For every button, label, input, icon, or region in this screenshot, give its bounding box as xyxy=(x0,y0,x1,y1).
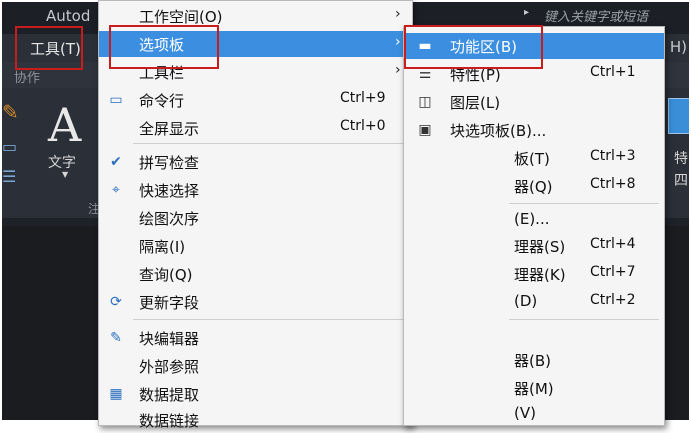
menu-item-label: 块编辑器 xyxy=(139,330,200,348)
menu-item-command-line[interactable]: ▭ 命令行 Ctrl+9 xyxy=(99,87,412,113)
menu-item-label: 全屏显示 xyxy=(139,120,200,138)
chevron-right-icon: › xyxy=(395,6,401,22)
menu-item-label: 数据链接 xyxy=(139,412,200,430)
text-tool-icon[interactable]: A xyxy=(48,98,81,152)
submenu-item-block-palette[interactable]: ▣ 块选项板(B)... xyxy=(404,117,664,143)
app-title: Autod xyxy=(46,7,91,25)
submenu-item-shortcut: Ctrl+1 xyxy=(590,64,636,80)
menu-item-label: 工作空间(O) xyxy=(139,8,223,26)
menu-item-inquiry[interactable]: 查询(Q) xyxy=(99,261,412,287)
submenu-item-markup-manager[interactable]: 理器(K) Ctrl+7 xyxy=(404,261,664,287)
quick-select-icon: ⌖ xyxy=(112,182,120,198)
menu-item-spell-check[interactable]: ✔ 拼写检查 xyxy=(99,149,412,175)
layers-icon: ◫ xyxy=(418,94,432,110)
layer-tool-icon[interactable]: ▭ xyxy=(2,137,17,156)
submenu-item-quickcalc[interactable]: 器(Q) Ctrl+8 xyxy=(404,173,664,199)
menu-item-label: 更新字段 xyxy=(139,294,200,312)
menu-item-draw-order[interactable]: 绘图次序 xyxy=(99,205,412,231)
right-tool-label-2: 四 xyxy=(674,173,688,189)
submenu-item-label: 器(Q) xyxy=(514,178,553,196)
submenu-item-label: 器(B) xyxy=(514,352,551,370)
submenu-item-dbconnect[interactable]: 器(B) xyxy=(404,347,664,373)
submenu-item-shortcut: Ctrl+8 xyxy=(590,176,636,192)
annotation-box-palettes xyxy=(109,25,219,69)
spell-check-icon: ✔ xyxy=(110,154,122,170)
submenu-item-label: (D) xyxy=(514,292,538,310)
menu-item-isolate[interactable]: 隔离(I) xyxy=(99,233,412,259)
menu-item-data-links[interactable]: 数据链接 xyxy=(99,407,412,433)
submenu-separator xyxy=(509,203,659,204)
search-arrow-icon: ▸ xyxy=(524,7,530,18)
command-line-icon: ▭ xyxy=(109,92,123,108)
menu-item-label: 数据提取 xyxy=(139,386,200,404)
chevron-right-icon: › xyxy=(395,62,401,78)
palettes-submenu: ▬ 功能区(B) ☰ 特性(P) Ctrl+1 ◫ 图层(L) ▣ 块选项板(B… xyxy=(403,26,665,426)
submenu-item-shortcut: Ctrl+3 xyxy=(590,148,636,164)
right-tool-label-1: 特 xyxy=(674,151,688,167)
submenu-item-shortcut: Ctrl+2 xyxy=(590,292,636,308)
menu-item-block-editor[interactable]: ✎ 块编辑器 xyxy=(99,325,412,351)
menu-item-label: 命令行 xyxy=(139,92,185,110)
chevron-right-icon: › xyxy=(395,34,401,50)
menu-item-xref[interactable]: 外部参照 xyxy=(99,353,412,379)
submenu-item-sheet-set-manager[interactable]: 理器(S) Ctrl+4 xyxy=(404,233,664,259)
block-palette-icon: ▣ xyxy=(418,122,432,138)
text-tool-label[interactable]: 文字 xyxy=(48,152,76,172)
submenu-item-shortcut: Ctrl+7 xyxy=(590,264,636,280)
menu-item-label: 外部参照 xyxy=(139,358,200,376)
menu-separator xyxy=(133,319,403,320)
annotation-box-ribbon xyxy=(404,25,543,69)
submenu-item-view[interactable]: (V) xyxy=(404,401,664,427)
update-field-icon: ⟳ xyxy=(110,294,122,310)
menu-item-data-extraction[interactable]: ▦ 数据提取 xyxy=(99,381,412,407)
submenu-item-label: 板(T) xyxy=(514,150,550,168)
chevron-down-icon[interactable]: ▼ xyxy=(62,170,68,179)
menu-help-partial[interactable]: H) xyxy=(670,38,687,56)
block-editor-icon: ✎ xyxy=(110,330,122,346)
annotation-box-tools xyxy=(15,26,83,70)
menu-item-label: 查询(Q) xyxy=(139,266,193,284)
menu-item-label: 拼写检查 xyxy=(139,154,200,172)
submenu-item-design-center[interactable]: (D) Ctrl+2 xyxy=(404,289,664,315)
menu-item-quick-select[interactable]: ⌖ 快速选择 xyxy=(99,177,412,203)
menu-item-label: 绘图次序 xyxy=(139,210,200,228)
submenu-item-label: 图层(L) xyxy=(450,94,501,112)
submenu-item-shortcut: Ctrl+4 xyxy=(590,236,636,252)
submenu-item-layers[interactable]: ◫ 图层(L) xyxy=(404,89,664,115)
menu-item-update-fields[interactable]: ⟳ 更新字段 xyxy=(99,289,412,315)
data-extraction-icon: ▦ xyxy=(109,386,123,402)
submenu-item-label: 块选项板(B)... xyxy=(450,122,547,140)
properties-tool-icon[interactable] xyxy=(668,98,689,134)
submenu-item-tool-palettes[interactable]: 板(T) Ctrl+3 xyxy=(404,145,664,171)
submenu-item-markup-set[interactable]: 器(M) xyxy=(404,375,664,401)
list-tool-icon[interactable]: ☰ xyxy=(2,167,16,186)
menu-item-shortcut: Ctrl+9 xyxy=(340,90,386,106)
submenu-item-external-references[interactable]: (E)... xyxy=(404,207,664,233)
menu-item-fullscreen[interactable]: 全屏显示 Ctrl+0 xyxy=(99,115,412,141)
submenu-item-label: 器(M) xyxy=(514,380,554,398)
pencil-icon[interactable]: ✎ xyxy=(2,100,19,124)
search-placeholder: 键入关键字或短语 xyxy=(544,10,649,25)
submenu-item-label: (V) xyxy=(514,404,536,422)
menu-item-label: 隔离(I) xyxy=(139,238,186,256)
submenu-item-label: (E)... xyxy=(514,210,550,228)
submenu-item-label: 理器(K) xyxy=(514,266,566,284)
submenu-separator xyxy=(509,319,659,320)
submenu-item-label: 理器(S) xyxy=(514,238,566,256)
menu-separator xyxy=(133,143,403,144)
search-input[interactable]: ▸ 键入关键字或短语 xyxy=(514,6,689,26)
menu-item-label: 快速选择 xyxy=(139,182,200,200)
menu-item-shortcut: Ctrl+0 xyxy=(340,118,386,134)
